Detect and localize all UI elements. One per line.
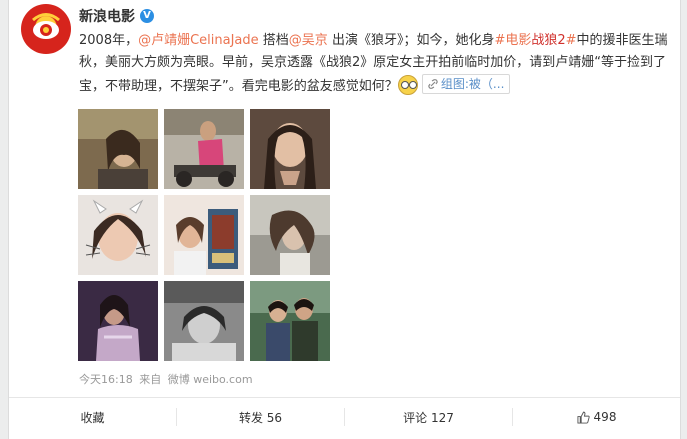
text-part-1: 2008年， xyxy=(79,33,139,48)
like-button[interactable]: 498 xyxy=(513,408,680,426)
repost-label: 转发 56 xyxy=(238,410,283,425)
mention-celina-jade[interactable]: @卢靖姗CelinaJade xyxy=(138,33,259,48)
photo-1[interactable] xyxy=(78,109,158,189)
comment-label: 评论 127 xyxy=(403,410,454,425)
favorite-label: 收藏 xyxy=(80,410,105,425)
action-bar: 收藏 转发 56 评论 127 498 xyxy=(9,397,680,436)
weibo-post-card: 新浪电影 V 2008年，@卢靖姗CelinaJade 搭档@吴京 出演《狼牙》… xyxy=(8,0,681,439)
hashtag-highlight: 战狼2 xyxy=(531,33,566,48)
hashtag-link[interactable]: #电影战狼2# xyxy=(494,33,576,48)
text-part-2: 搭档 xyxy=(258,33,289,48)
hashtag-part-c: # xyxy=(565,33,577,48)
shocked-emoji-icon xyxy=(397,75,418,95)
photo-6[interactable] xyxy=(250,195,330,275)
like-count: 498 xyxy=(593,410,617,424)
photo-tag-button[interactable]: 组图:被（... xyxy=(421,74,511,94)
link-icon xyxy=(428,79,438,89)
photo-5[interactable] xyxy=(164,195,244,275)
photo-7[interactable] xyxy=(78,281,158,361)
thumbs-up-icon xyxy=(577,411,590,424)
photo-4[interactable] xyxy=(78,195,158,275)
avatar[interactable] xyxy=(21,4,71,54)
post-text: 2008年，@卢靖姗CelinaJade 搭档@吴京 出演《狼牙》；如今，她化身… xyxy=(79,30,679,98)
hashtag-part-a: #电影 xyxy=(494,33,532,48)
mention-wu-jing[interactable]: @吴京 xyxy=(289,33,328,48)
photo-9[interactable] xyxy=(250,281,330,361)
post-time[interactable]: 今天16:18 xyxy=(79,373,133,386)
photo-grid xyxy=(78,109,330,361)
sina-eye-logo-icon xyxy=(32,13,60,39)
verified-badge-icon: V xyxy=(140,9,154,23)
photo-8[interactable] xyxy=(164,281,244,361)
photo-3[interactable] xyxy=(250,109,330,189)
post-meta: 今天16:18 来自 微博 weibo.com xyxy=(79,371,256,387)
favorite-button[interactable]: 收藏 xyxy=(9,408,177,426)
post-author[interactable]: 新浪电影 V xyxy=(79,6,154,26)
comment-button[interactable]: 评论 127 xyxy=(345,408,513,426)
photo-tag-label: 组图:被（... xyxy=(440,77,505,91)
photo-2[interactable] xyxy=(164,109,244,189)
text-part-3: 出演《狼牙》；如今，她化身 xyxy=(327,33,495,48)
author-name[interactable]: 新浪电影 xyxy=(79,6,135,26)
post-from-label: 来自 xyxy=(139,373,162,386)
post-source[interactable]: 微博 weibo.com xyxy=(168,373,253,386)
repost-button[interactable]: 转发 56 xyxy=(177,408,345,426)
